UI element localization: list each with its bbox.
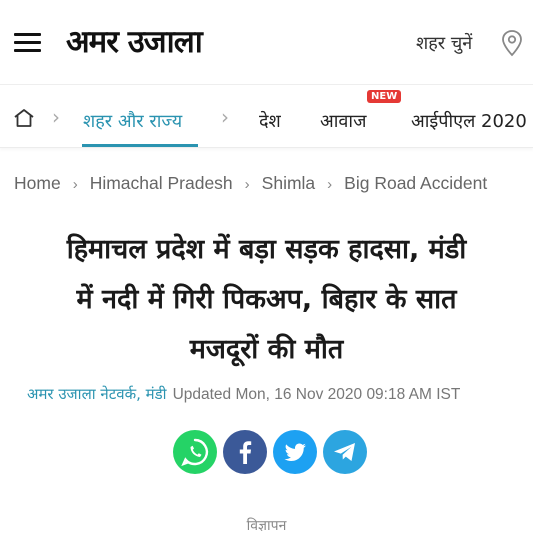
telegram-share-button[interactable] (323, 430, 367, 474)
facebook-share-button[interactable] (223, 430, 267, 474)
hamburger-menu-icon[interactable] (14, 33, 41, 53)
site-logo[interactable]: अमर उजाला (66, 20, 203, 62)
section-nav: › शहर और राज्य › देश NEW आवाज आईपीएल 202… (0, 84, 533, 148)
headline-line: हिमाचल प्रदेश में बड़ा सड़क हादसा, मंडी (66, 234, 467, 265)
new-badge: NEW (367, 90, 402, 103)
author-link[interactable]: अमर उजाला नेटवर्क, मंडी (27, 385, 167, 403)
breadcrumb-city[interactable]: Shimla (262, 173, 316, 193)
location-pin-icon[interactable] (500, 29, 524, 57)
whatsapp-share-button[interactable] (173, 430, 217, 474)
nav-item-awaaz[interactable]: आवाज (320, 109, 366, 133)
chevron-right-icon: › (52, 105, 60, 129)
advertisement-label: विज्ञापन (246, 518, 287, 534)
headline-line: मजदूरों की मौत (189, 334, 344, 365)
facebook-icon (239, 441, 252, 464)
whatsapp-icon (181, 438, 209, 467)
updated-timestamp: Updated Mon, 16 Nov 2020 09:18 AM IST (172, 386, 461, 403)
telegram-icon (334, 443, 355, 461)
active-tab-indicator (82, 144, 198, 147)
breadcrumb-separator: › (72, 176, 78, 193)
breadcrumb-home[interactable]: Home (14, 173, 61, 193)
article-headline: हिमाचल प्रदेश में बड़ा सड़क हादसा, मंडी … (6, 225, 527, 375)
breadcrumb-current: Big Road Accident (344, 173, 488, 193)
breadcrumb-separator: › (327, 176, 333, 193)
home-icon[interactable] (13, 108, 35, 128)
breadcrumb-state[interactable]: Himachal Pradesh (90, 173, 233, 193)
nav-item-ipl[interactable]: आईपीएल 2020 (411, 109, 527, 133)
twitter-icon (284, 443, 306, 461)
article-byline: अमर उजाला नेटवर्क, मंडी Updated Mon, 16 N… (27, 384, 460, 404)
breadcrumb: Home › Himachal Pradesh › Shimla › Big Road Ac… (14, 173, 533, 194)
chevron-right-icon: › (221, 105, 229, 129)
breadcrumb-separator: › (244, 176, 250, 193)
city-picker-button[interactable]: शहर चुनें (416, 31, 472, 55)
nav-item-city-state[interactable]: शहर और राज्य (83, 109, 182, 133)
headline-line: में नदी में गिरी पिकअप, बिहार के सात (76, 284, 457, 315)
site-header: अमर उजाला शहर चुनें (0, 0, 533, 84)
nav-item-country[interactable]: देश (259, 109, 281, 133)
twitter-share-button[interactable] (273, 430, 317, 474)
